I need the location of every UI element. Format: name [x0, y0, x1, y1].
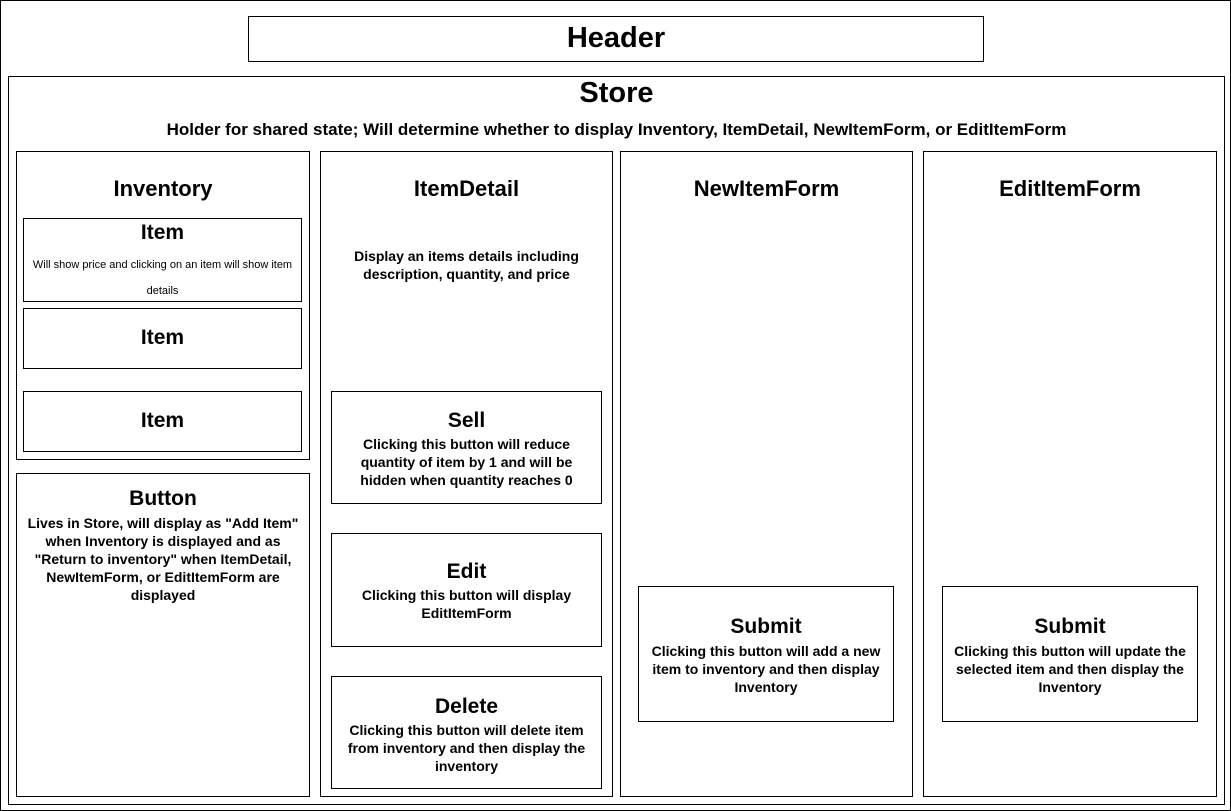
inventory-item: Item Will show price and clicking on an … — [23, 218, 302, 302]
item-description: Will show price and clicking on an item … — [32, 259, 293, 297]
button-title: Button — [129, 487, 197, 510]
store-title: Store — [579, 77, 654, 109]
edit-item-submit-description: Clicking this button will update the sel… — [954, 643, 1186, 695]
edit-item-form-title: EditItemForm — [999, 176, 1141, 201]
edit-title: Edit — [446, 560, 487, 583]
new-item-submit-box: Submit Clicking this button will add a n… — [638, 586, 894, 722]
inventory-title: Inventory — [113, 176, 213, 201]
header-box: Header — [248, 16, 984, 62]
edit-description: Clicking this button will display EditIt… — [361, 587, 572, 621]
item-detail-description: Display an items details including descr… — [354, 248, 579, 282]
edit-item-submit-title: Submit — [1034, 615, 1106, 638]
sell-button-box: Sell Clicking this button will reduce qu… — [331, 391, 602, 504]
new-item-submit-title: Submit — [730, 615, 802, 638]
diagram-canvas: Header Store Holder for shared state; Wi… — [0, 0, 1231, 811]
delete-title: Delete — [434, 695, 499, 718]
item-title: Item — [140, 221, 185, 244]
delete-button-box: Delete Clicking this button will delete … — [331, 676, 602, 789]
edit-item-submit-box: Submit Clicking this button will update … — [942, 586, 1198, 722]
new-item-submit-description: Clicking this button will add a new item… — [651, 643, 881, 695]
item-detail-title: ItemDetail — [413, 176, 520, 201]
item-title: Item — [140, 409, 185, 432]
new-item-form-title: NewItemForm — [693, 176, 840, 201]
delete-description: Clicking this button will delete item fr… — [347, 722, 586, 774]
item-title: Item — [140, 326, 185, 349]
store-description: Holder for shared state; Will determine … — [166, 120, 1067, 139]
inventory-item: Item — [23, 308, 302, 369]
inventory-item: Item — [23, 391, 302, 452]
header-title: Header — [566, 22, 666, 54]
button-box: Button Lives in Store, will display as "… — [16, 473, 310, 797]
edit-button-box: Edit Clicking this button will display E… — [331, 533, 602, 647]
sell-description: Clicking this button will reduce quantit… — [360, 436, 573, 488]
sell-title: Sell — [447, 409, 486, 432]
button-description: Lives in Store, will display as "Add Ite… — [27, 515, 299, 603]
